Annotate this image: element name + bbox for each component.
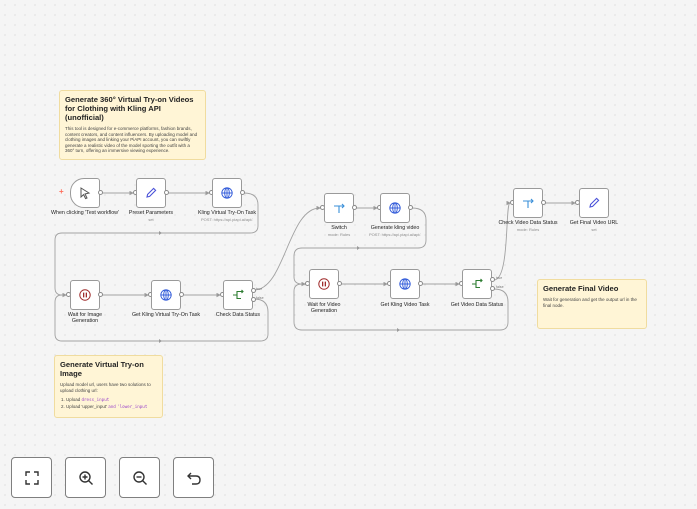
globe-icon <box>389 202 401 214</box>
if-icon <box>472 278 483 289</box>
zoom-in-icon <box>78 470 93 485</box>
node-get-kling-video[interactable] <box>390 269 420 299</box>
node-check-video-status[interactable] <box>513 188 543 218</box>
node-label: Kling Virtual Try-On Task <box>197 210 257 216</box>
tryon-note-step: Upload 'upper_input' and 'lower_input <box>66 403 157 410</box>
zoom-out-button[interactable] <box>119 457 160 498</box>
intro-note-title: Generate 360° Virtual Try-on Videos for … <box>65 95 194 122</box>
node-subtitle: POST: https://api.piapi.ai/api/... <box>201 217 253 222</box>
intro-note-body: This tool is designed for e-commerce pla… <box>65 126 198 154</box>
branch-label-false: false <box>256 296 264 300</box>
wire-status-check <box>493 200 511 281</box>
fit-view-button[interactable] <box>11 457 52 498</box>
pencil-icon <box>589 197 600 208</box>
undo-button[interactable] <box>173 457 214 498</box>
node-wait-video[interactable] <box>309 269 339 299</box>
zoom-out-icon <box>132 470 147 485</box>
node-label: Generate kling video <box>370 225 420 231</box>
node-label: Wait for Video Generation <box>307 302 341 315</box>
output-port[interactable] <box>337 281 342 286</box>
branch-label-true: true <box>496 276 503 280</box>
pencil-icon <box>146 187 157 198</box>
step-text: Upload <box>66 397 82 403</box>
node-subtitle: set <box>591 227 597 232</box>
final-note-body: Wait for generation and get the output u… <box>543 297 637 308</box>
step-code: and <box>108 404 116 410</box>
output-port[interactable] <box>352 205 357 210</box>
node-preset-parameters[interactable] <box>136 178 166 208</box>
node-get-final-video-url[interactable] <box>579 188 609 218</box>
step-text: Upload 'upper_input' <box>66 404 109 410</box>
tryon-sticky-note[interactable]: Generate Virtual Try-on Image Upload mod… <box>54 355 163 418</box>
node-get-video-status[interactable] <box>462 269 492 299</box>
tryon-note-title: Generate Virtual Try-on Image <box>60 360 144 378</box>
trigger-plus-icon: + <box>59 187 64 196</box>
output-port[interactable] <box>418 281 423 286</box>
final-note-title: Generate Final Video <box>543 284 619 293</box>
node-generate-kling-video[interactable] <box>380 193 410 223</box>
output-port-true[interactable] <box>490 277 495 282</box>
switch-icon <box>334 203 345 213</box>
workflow-canvas[interactable]: Generate 360° Virtual Try-on Videos for … <box>0 0 697 509</box>
cursor-icon <box>80 187 91 200</box>
connection-lines <box>54 190 576 343</box>
step-code: 'lower_input <box>117 404 148 410</box>
tryon-note-steps: Upload dress_input Upload 'upper_input' … <box>60 396 157 410</box>
node-check-data-status[interactable] <box>223 280 253 310</box>
output-port[interactable] <box>541 200 546 205</box>
undo-icon <box>186 472 201 485</box>
node-label: Check Video Data Status <box>498 220 558 226</box>
node-subtitle: POST: https://api.piapi.ai/api/... <box>369 232 421 237</box>
final-sticky-note[interactable]: Generate Final Video Wait for generation… <box>537 279 647 329</box>
switch-icon <box>523 198 534 208</box>
tryon-note-step: Upload dress_input <box>66 396 157 403</box>
node-label: Get Final Video URL <box>569 220 619 226</box>
node-label: Get Kling Video Task <box>380 302 430 308</box>
node-manual-trigger[interactable] <box>70 178 100 208</box>
node-label: When clicking 'Test workflow' <box>51 210 119 216</box>
if-icon <box>233 289 244 300</box>
globe-icon <box>399 278 411 290</box>
node-get-tryon-task[interactable] <box>151 280 181 310</box>
node-label: Preset Parameters <box>128 210 174 216</box>
intro-sticky-note[interactable]: Generate 360° Virtual Try-on Videos for … <box>59 90 206 160</box>
output-port[interactable] <box>98 292 103 297</box>
node-subtitle: set <box>148 217 154 222</box>
pause-icon <box>79 289 91 301</box>
node-wait-image[interactable] <box>70 280 100 310</box>
node-switch[interactable] <box>324 193 354 223</box>
fit-view-icon <box>24 470 39 485</box>
output-port[interactable] <box>98 190 103 195</box>
node-label: Check Data Status <box>215 312 261 318</box>
output-port[interactable] <box>240 190 245 195</box>
zoom-in-button[interactable] <box>65 457 106 498</box>
node-label: Wait for Image Generation <box>67 312 103 325</box>
globe-icon <box>160 289 172 301</box>
tryon-note-body: Upload model url, users have two solutio… <box>60 382 151 393</box>
output-port-false[interactable] <box>490 286 495 291</box>
node-subtitle: mode: Rules <box>327 232 351 237</box>
node-label: Get Kling Virtual Try-On Task <box>131 312 201 318</box>
output-port[interactable] <box>164 190 169 195</box>
output-port[interactable] <box>408 205 413 210</box>
pause-icon <box>318 278 330 290</box>
branch-label-false: false <box>496 285 504 289</box>
node-label: Get Video Data Status <box>450 302 504 308</box>
branch-label-true: true <box>256 287 263 291</box>
output-port[interactable] <box>179 292 184 297</box>
step-code: dress_input <box>81 397 110 403</box>
globe-icon <box>221 187 233 199</box>
node-kling-tryon-task[interactable] <box>212 178 242 208</box>
